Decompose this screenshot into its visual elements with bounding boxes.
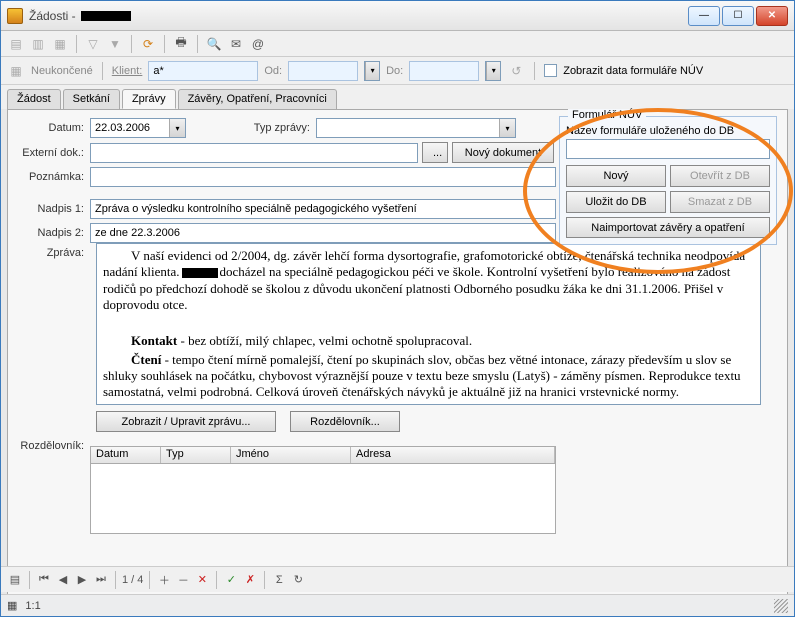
filter2-icon: ▼ [106,35,124,53]
browse-button[interactable]: ... [422,142,448,163]
app-window: Žádosti - — ☐ ✕ ▤ ▥ ▦ ▽ ▼ ⟳ 🖶 🔍 ✉ @ ▦ Ne… [0,0,795,617]
open-icon: ▥ [29,35,47,53]
novy-dokument-button[interactable]: Nový dokument [452,142,554,163]
nuv-novy-button[interactable]: Nový [566,165,666,187]
nadpis2-input[interactable] [90,223,556,243]
typ-dropdown[interactable]: ▾ [316,118,516,138]
nuv-import-button[interactable]: Naimportovat závěry a opatření [566,217,770,238]
nuv-nazev-input[interactable] [566,139,770,159]
tab-strip: Žádost Setkání Zprávy Závěry, Opatření, … [1,85,794,109]
maximize-button[interactable]: ☐ [722,6,754,26]
zprava-textarea[interactable]: V naší evidenci od 2/2004, dg. závěr leh… [96,243,761,405]
nav-prev-icon[interactable]: ◀ [55,573,71,586]
nuv-nazev-label: Název formuláře uloženého do DB [566,125,770,137]
nuv-title: Formulář NÚV [568,109,646,121]
nav-pos: 1 [122,574,128,586]
filter-icon: ▽ [84,35,102,53]
at-icon[interactable]: @ [249,35,267,53]
externi-input[interactable] [90,143,418,163]
nav-ok-icon[interactable]: ✓ [223,573,239,586]
status-grid-icon[interactable]: ▦ [7,599,17,612]
nadpis2-label: Nadpis 2: [16,227,90,239]
tab-zadost[interactable]: Žádost [7,89,61,109]
rozdelovnik-button[interactable]: Rozdělovník... [290,411,400,432]
nav-last-icon[interactable]: ⏭ [93,573,109,586]
col-typ[interactable]: Typ [161,447,231,463]
tab-content: Datum: 22.03.2006▾ Typ zprávy: ▾ Externí… [7,109,788,601]
od-input[interactable] [288,61,358,81]
col-datum[interactable]: Datum [91,447,161,463]
do-input[interactable] [409,61,479,81]
calendar-reset-icon[interactable]: ↺ [507,62,525,80]
poznamka-input[interactable] [90,167,556,187]
nav-add-icon[interactable]: ＋ [156,572,172,588]
datum-label: Datum: [16,122,90,134]
app-icon [7,8,23,24]
klient-label[interactable]: Klient: [112,65,143,77]
od-dropdown[interactable]: ▾ [364,61,380,81]
nav-first-icon[interactable]: ⏮ [36,573,52,586]
nav-del-icon[interactable]: ✕ [194,573,210,586]
nav-sub-icon[interactable]: － [175,572,191,588]
mail-icon[interactable]: ✉ [227,35,245,53]
refresh-icon[interactable]: ⟳ [139,35,157,53]
nuv-smazat-button: Smazat z DB [670,191,770,213]
tab-zpravy[interactable]: Zprávy [122,89,176,109]
status-ratio: 1:1 [25,600,40,612]
nav-next-icon[interactable]: ▶ [74,573,90,586]
tab-setkani[interactable]: Setkání [63,89,120,109]
typ-label: Typ zprávy: [186,122,316,134]
nav-total: 4 [137,574,143,586]
nadpis1-label: Nadpis 1: [16,203,90,215]
window-title: Žádosti - [29,9,131,23]
od-label: Od: [264,65,282,77]
externi-label: Externí dok.: [16,147,90,159]
neukoncene-label[interactable]: Neukončené [31,65,93,77]
record-navigator: ▤ ⏮ ◀ ▶ ⏭ 1 / 4 ＋ － ✕ ✓ ✗ Σ ↻ [1,566,794,592]
nuv-checkbox-label: Zobrazit data formuláře NÚV [563,65,703,77]
nav-reload-icon[interactable]: ↻ [290,573,306,586]
nuv-ulozit-button[interactable]: Uložit do DB [566,191,666,213]
filter-bar: ▦ Neukončené Klient: Od: ▾ Do: ▾ ↺ Zobra… [1,57,794,85]
poznamka-label: Poznámka: [16,171,90,183]
minimize-button[interactable]: — [688,6,720,26]
close-button[interactable]: ✕ [756,6,788,26]
tab-zavery[interactable]: Závěry, Opatření, Pracovníci [178,89,337,109]
toolbar: ▤ ▥ ▦ ▽ ▼ ⟳ 🖶 🔍 ✉ @ [1,31,794,57]
rozdelovnik-label: Rozdělovník: [16,440,90,452]
nuv-otevrit-button: Otevřít z DB [670,165,770,187]
resize-grip[interactable] [774,599,788,613]
zprava-label: Zpráva: [16,247,90,259]
klient-input[interactable] [148,61,258,81]
group-icon[interactable]: ▤ [7,573,23,586]
nav-goto-icon[interactable]: Σ [271,574,287,586]
print-icon[interactable]: 🖶 [172,35,190,53]
save-icon: ▦ [51,35,69,53]
filter-doc-icon: ▦ [7,62,25,80]
nuv-panel: Formulář NÚV Název formuláře uloženého d… [559,116,777,245]
col-adresa[interactable]: Adresa [351,447,555,463]
status-bar: ▦ 1:1 [1,594,794,616]
nadpis1-input[interactable] [90,199,556,219]
title-bar: Žádosti - — ☐ ✕ [1,1,794,31]
do-label: Do: [386,65,403,77]
zobrazit-upravit-button[interactable]: Zobrazit / Upravit zprávu... [96,411,276,432]
nav-sep: / [131,574,134,586]
grid-body[interactable] [90,464,556,534]
grid-header: Datum Typ Jméno Adresa [90,446,556,464]
preview-icon[interactable]: 🔍 [205,35,223,53]
datum-input[interactable]: 22.03.2006▾ [90,118,186,138]
new-icon: ▤ [7,35,25,53]
col-jmeno[interactable]: Jméno [231,447,351,463]
do-dropdown[interactable]: ▾ [485,61,501,81]
nuv-checkbox[interactable] [544,64,557,77]
nav-cancel-icon[interactable]: ✗ [242,573,258,586]
